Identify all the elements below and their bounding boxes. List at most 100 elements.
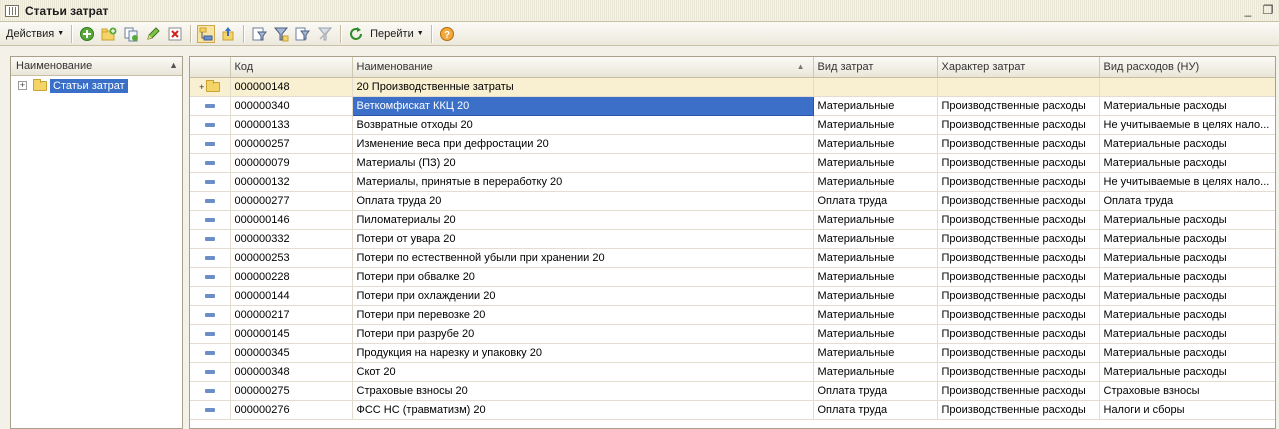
cell-nature[interactable]: Производственные расходы (937, 362, 1100, 382)
table-row[interactable]: 000000257 Изменение веса при дефростации … (190, 134, 1275, 154)
cell-tax[interactable]: Страховые взносы (1099, 381, 1275, 401)
cell-code[interactable]: 000000340 (230, 96, 353, 116)
cell-code[interactable]: 000000145 (230, 324, 353, 344)
level-up-icon[interactable] (219, 25, 237, 43)
cell-tax[interactable]: Не учитываемые в целях нало... (1099, 172, 1275, 192)
cell-code[interactable]: 000000144 (230, 286, 353, 306)
table-row[interactable]: 000000253 Потери по естественной убыли пр… (190, 248, 1275, 268)
cell-tax[interactable]: Оплата труда (1099, 191, 1275, 211)
table-row[interactable]: 000000345 Продукция на нарезку и упаковку… (190, 343, 1275, 363)
cell-kind[interactable]: Материальные (813, 229, 938, 249)
cell-code[interactable]: 000000079 (230, 153, 353, 173)
cell-tax[interactable]: Материальные расходы (1099, 153, 1275, 173)
cell-kind[interactable]: Материальные (813, 134, 938, 154)
cell-nature[interactable]: Производственные расходы (937, 267, 1100, 287)
cell-kind[interactable]: Материальные (813, 96, 938, 116)
cell-tax[interactable]: Материальные расходы (1099, 134, 1275, 154)
refresh-icon[interactable] (347, 25, 365, 43)
cell-tax[interactable]: Материальные расходы (1099, 286, 1275, 306)
cell-tax[interactable]: Материальные расходы (1099, 248, 1275, 268)
filter-dropdown-icon[interactable] (294, 25, 312, 43)
cell-name[interactable]: Продукция на нарезку и упаковку 20 (352, 343, 814, 363)
group-row[interactable]: + 000000148 20 Производственные затраты (190, 77, 1275, 97)
cell-kind[interactable]: Материальные (813, 248, 938, 268)
cell-code[interactable]: 000000228 (230, 267, 353, 287)
cell-name[interactable]: ФСС НС (травматизм) 20 (352, 400, 814, 420)
column-header-tax[interactable]: Вид расходов (НУ) (1099, 57, 1275, 78)
cell-nature[interactable]: Производственные расходы (937, 400, 1100, 420)
cell-nature[interactable]: Производственные расходы (937, 210, 1100, 230)
cell-code[interactable]: 000000276 (230, 400, 353, 420)
minimize-button[interactable]: _ (1241, 3, 1255, 17)
cell-nature[interactable]: Производственные расходы (937, 286, 1100, 306)
delete-icon[interactable] (166, 25, 184, 43)
cell-name[interactable]: Материалы (ПЗ) 20 (352, 153, 814, 173)
cell-name[interactable]: Пиломатериалы 20 (352, 210, 814, 230)
cell-code[interactable]: 000000146 (230, 210, 353, 230)
cell-tax[interactable]: Материальные расходы (1099, 305, 1275, 325)
hierarchy-icon[interactable] (197, 24, 216, 43)
cell-code[interactable]: 000000132 (230, 172, 353, 192)
filter-value-icon[interactable] (272, 25, 290, 43)
cell-kind[interactable]: Материальные (813, 343, 938, 363)
edit-icon[interactable] (144, 25, 162, 43)
restore-button[interactable]: ❐ (1261, 3, 1275, 17)
cell-name[interactable]: Изменение веса при дефростации 20 (352, 134, 814, 154)
cell-kind[interactable]: Материальные (813, 362, 938, 382)
cell-tax[interactable]: Материальные расходы (1099, 362, 1275, 382)
cell-name[interactable]: Потери при перевозке 20 (352, 305, 814, 325)
cell-kind[interactable]: Материальные (813, 210, 938, 230)
column-header-nature[interactable]: Характер затрат (937, 57, 1100, 78)
cell-code[interactable]: 000000348 (230, 362, 353, 382)
cell-kind[interactable]: Материальные (813, 115, 938, 135)
cell-code[interactable]: 000000277 (230, 191, 353, 211)
cell-kind[interactable]: Материальные (813, 267, 938, 287)
help-icon[interactable]: ? (438, 25, 456, 43)
cell-nature[interactable]: Производственные расходы (937, 96, 1100, 116)
table-row[interactable]: 000000348 Скот 20 Материальные Производстве… (190, 362, 1275, 382)
column-header-kind[interactable]: Вид затрат (813, 57, 938, 78)
cell-kind[interactable]: Материальные (813, 286, 938, 306)
cell-nature[interactable]: Производственные расходы (937, 381, 1100, 401)
add-icon[interactable] (78, 25, 96, 43)
cell-tax[interactable]: Материальные расходы (1099, 267, 1275, 287)
cell-nature[interactable]: Производственные расходы (937, 153, 1100, 173)
filter-icon[interactable] (250, 25, 268, 43)
cell-code[interactable]: 000000217 (230, 305, 353, 325)
cell-kind[interactable]: Материальные (813, 172, 938, 192)
cell-tax[interactable]: Налоги и сборы (1099, 400, 1275, 420)
cell-nature[interactable]: Производственные расходы (937, 229, 1100, 249)
cell-kind[interactable]: Оплата труда (813, 381, 938, 401)
cell-name[interactable]: Потери от увара 20 (352, 229, 814, 249)
table-row[interactable]: 000000277 Оплата труда 20 Оплата труда Прои… (190, 191, 1275, 211)
table-row[interactable]: 000000079 Материалы (ПЗ) 20 Материальные Пр… (190, 153, 1275, 173)
cell-nature[interactable]: Производственные расходы (937, 248, 1100, 268)
cell-name[interactable]: Потери при разрубе 20 (352, 324, 814, 344)
cell-kind[interactable]: Материальные (813, 324, 938, 344)
cell-code[interactable]: 000000253 (230, 248, 353, 268)
tree-item-root[interactable]: + Статьи затрат (11, 76, 182, 95)
table-row[interactable]: 000000276 ФСС НС (травматизм) 20 Оплата тр… (190, 400, 1275, 420)
cell-name[interactable]: Скот 20 (352, 362, 814, 382)
table-row[interactable]: 000000275 Страховые взносы 20 Оплата труда… (190, 381, 1275, 401)
cell-nature[interactable]: Производственные расходы (937, 172, 1100, 192)
cell-name[interactable]: Страховые взносы 20 (352, 381, 814, 401)
cell-code[interactable]: 000000332 (230, 229, 353, 249)
cell-name[interactable]: Оплата труда 20 (352, 191, 814, 211)
cell-kind[interactable]: Материальные (813, 305, 938, 325)
cell-kind[interactable]: Оплата труда (813, 400, 938, 420)
cell-tax[interactable]: Материальные расходы (1099, 343, 1275, 363)
cell-kind[interactable]: Оплата труда (813, 191, 938, 211)
expand-icon[interactable]: + (18, 81, 27, 90)
cell-nature[interactable]: Производственные расходы (937, 115, 1100, 135)
table-row[interactable]: 000000217 Потери при перевозке 20 Материал… (190, 305, 1275, 325)
cell-name[interactable]: Возвратные отходы 20 (352, 115, 814, 135)
cell-name[interactable]: Потери по естественной убыли при хранени… (352, 248, 814, 268)
cell-nature[interactable]: Производственные расходы (937, 305, 1100, 325)
cell-name[interactable]: Потери при охлаждении 20 (352, 286, 814, 306)
cell-name[interactable]: Веткомфискат ККЦ 20 (351, 95, 814, 116)
cell-name[interactable]: Потери при обвалке 20 (352, 267, 814, 287)
cell-tax[interactable]: Материальные расходы (1099, 210, 1275, 230)
table-row[interactable]: 000000340 Веткомфискат ККЦ 20 Материальные… (190, 95, 1275, 116)
cell-tax[interactable]: Материальные расходы (1099, 324, 1275, 344)
